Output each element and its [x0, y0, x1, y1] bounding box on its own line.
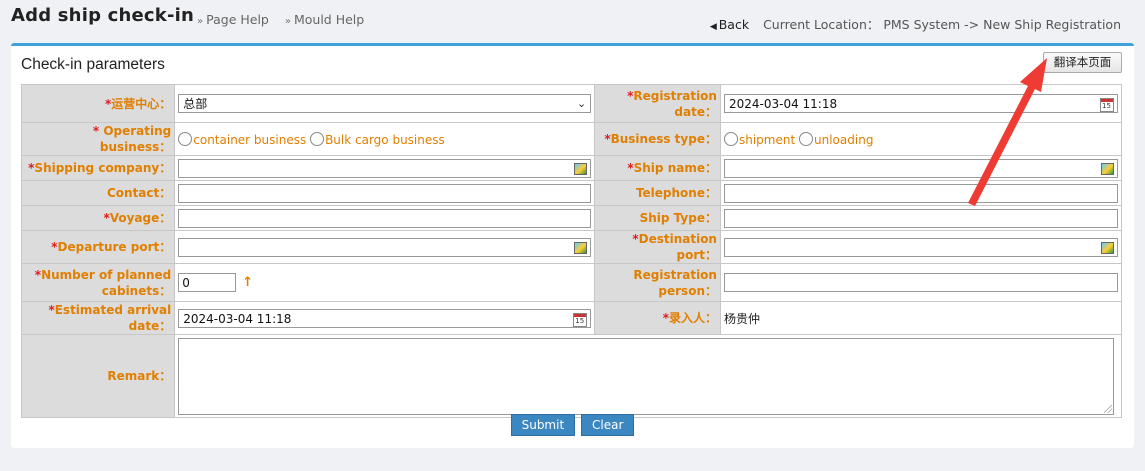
picker-icon[interactable]	[574, 241, 588, 254]
registration-date-input[interactable]: 2024-03-04 11:18	[723, 94, 1118, 113]
mould-help-link[interactable]: » Mould Help	[285, 12, 370, 27]
page-title: Add ship check-in	[11, 5, 195, 26]
submit-button[interactable]: Submit	[510, 414, 576, 436]
picker-icon[interactable]	[1100, 241, 1114, 254]
picker-icon[interactable]	[1100, 162, 1114, 175]
calendar-icon[interactable]	[573, 312, 588, 327]
check-in-panel: Check-in parameters 翻译本页面 *运营中心： 总部 ⌄ *Re…	[11, 43, 1134, 448]
translate-page-button[interactable]: 翻译本页面	[1043, 52, 1122, 73]
shipping-company-label: *Shipping company：	[20, 155, 176, 181]
entered-by-label: *录入人：	[594, 301, 721, 335]
business-type-radios: shipment unloading	[723, 131, 873, 147]
unloading-radio[interactable]	[799, 131, 814, 146]
operation-center-label: *运营中心：	[20, 84, 176, 123]
remark-label: Remark：	[20, 334, 176, 418]
breadcrumb: ◀ Back Current Location： PMS System -> Ne…	[710, 14, 1121, 33]
shipping-company-input[interactable]	[178, 158, 592, 178]
planned-cabinets-input[interactable]: 0	[178, 273, 237, 292]
arrow-up-icon[interactable]: ↑	[242, 275, 253, 290]
registration-person-label: Registration person：	[594, 263, 721, 302]
double-chevron-icon: »	[197, 16, 204, 27]
registration-date-label: *Registration date：	[594, 84, 721, 123]
picker-icon[interactable]	[574, 162, 588, 175]
departure-port-input[interactable]	[178, 237, 592, 257]
operating-business-label: * Operating business：	[20, 122, 176, 156]
business-type-label: *Business type：	[594, 122, 721, 156]
location-label: Current Location：	[763, 17, 880, 32]
back-triangle-icon: ◀	[709, 22, 717, 32]
estimated-arrival-input[interactable]: 2024-03-04 11:18	[178, 308, 592, 328]
remark-textarea[interactable]	[178, 337, 1115, 415]
chevron-down-icon: ⌄	[577, 97, 587, 110]
destination-port-label: *Destination port：	[594, 230, 721, 264]
planned-cabinets-label: *Number of planned cabinets：	[20, 263, 176, 302]
top-bar: Add ship check-in » Page Help » Mould Help…	[0, 0, 1145, 40]
bulk-cargo-business-radio[interactable]	[310, 131, 325, 146]
calendar-icon[interactable]	[1099, 98, 1114, 112]
ship-name-input[interactable]	[723, 158, 1118, 178]
resize-grip-icon[interactable]	[1104, 404, 1113, 413]
check-in-form: *运营中心： 总部 ⌄ *Registration date： 2024-03-0…	[20, 84, 1123, 418]
ship-type-input[interactable]	[723, 208, 1118, 228]
double-chevron-icon: »	[284, 16, 291, 27]
telephone-input[interactable]	[723, 183, 1118, 203]
voyage-input[interactable]	[178, 208, 592, 228]
ship-name-label: *Ship name：	[594, 155, 721, 181]
voyage-label: *Voyage：	[20, 205, 176, 231]
clear-button[interactable]: Clear	[581, 414, 635, 436]
estimated-arrival-label: *Estimated arrival date：	[20, 301, 176, 335]
operating-business-radios: container business Bulk cargo business	[178, 131, 445, 147]
telephone-label: Telephone：	[594, 180, 721, 206]
destination-port-input[interactable]	[723, 237, 1118, 257]
panel-title: Check-in parameters	[21, 56, 165, 73]
operation-center-select[interactable]: 总部 ⌄	[178, 94, 592, 113]
departure-port-label: *Departure port：	[20, 230, 176, 264]
form-actions: Submit Clear	[11, 414, 1134, 436]
help-links: » Page Help » Mould Help	[197, 12, 376, 27]
shipment-radio[interactable]	[723, 131, 738, 146]
ship-type-label: Ship Type：	[594, 205, 721, 231]
contact-label: Contact：	[20, 180, 176, 206]
registration-person-input[interactable]	[723, 273, 1118, 292]
page-help-link[interactable]: » Page Help	[197, 12, 275, 27]
entered-by-value: 杨贵仲	[723, 311, 760, 326]
container-business-radio[interactable]	[178, 131, 193, 146]
location-path: PMS System -> New Ship Registration	[883, 17, 1121, 32]
contact-input[interactable]	[178, 183, 592, 203]
back-link[interactable]: ◀ Back	[710, 17, 749, 32]
